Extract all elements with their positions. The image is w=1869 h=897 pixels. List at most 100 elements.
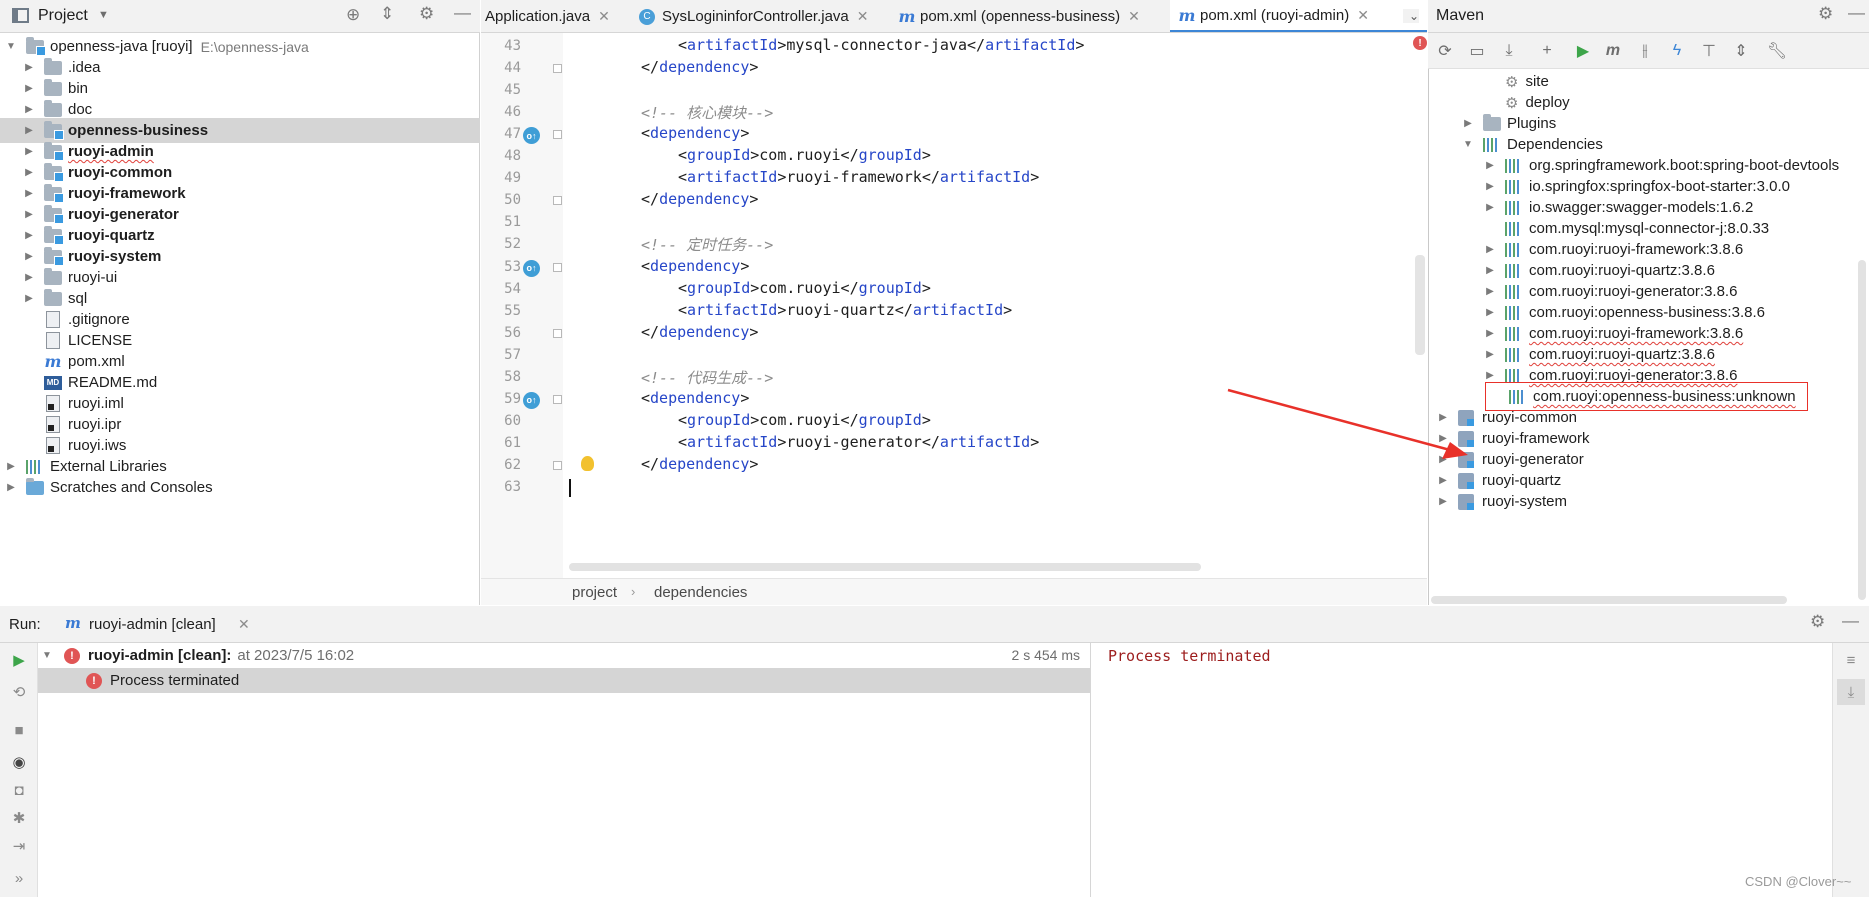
chevron-right-icon[interactable]: ▶ [22,229,36,243]
rerun-failed-icon[interactable]: ⟲ [5,679,33,705]
gear-icon[interactable]: ⚙ [1810,612,1825,632]
maven-vertical-scrollbar[interactable] [1858,260,1866,600]
fold-marker-icon[interactable] [553,460,562,470]
more-icon[interactable]: » [5,865,33,891]
fold-marker-icon[interactable] [553,196,562,206]
fold-marker-icon[interactable] [553,262,562,272]
add-icon[interactable]: + [1534,38,1560,64]
editor-vertical-scrollbar[interactable] [1415,255,1425,355]
code-line[interactable]: <groupId>com.ruoyi</groupId> [563,279,931,297]
editor-tab[interactable]: m pom.xml (openness-business) ✕ [890,0,1166,32]
minimize-icon[interactable]: — [1848,3,1865,23]
chevron-right-icon[interactable]: ▶ [1483,306,1497,320]
chevron-down-icon[interactable]: ▼ [40,649,54,663]
chevron-right-icon[interactable]: ▶ [22,208,36,222]
code-line[interactable]: <!-- 定时任务--> [563,234,773,255]
scroll-to-end-icon[interactable]: ⤓ [1837,679,1865,705]
chevron-right-icon[interactable]: ▶ [22,124,36,138]
run-tree-root[interactable]: ▼ ! ruoyi-admin [clean]: at 2023/7/5 16:… [38,643,1090,668]
code-line[interactable]: <groupId>com.ruoyi</groupId> [563,411,931,429]
run-icon[interactable]: ▶ [1570,38,1596,64]
code-line[interactable]: <artifactId>ruoyi-framework</artifactId> [563,168,1039,186]
collapse-all-icon[interactable]: ⇕ [1728,38,1754,64]
maven-module-gutter-icon[interactable]: o↑ [523,259,540,277]
locate-target-icon[interactable]: ⊕ [346,5,360,25]
editor-horizontal-scrollbar[interactable] [569,563,1201,571]
code-line[interactable]: <!-- 代码生成--> [563,367,773,388]
chevron-right-icon[interactable]: ▶ [22,187,36,201]
skip-tests-icon[interactable]: ϟ [1664,38,1690,64]
reimport-folder-icon[interactable]: ▭ [1464,38,1490,64]
maven-horizontal-scrollbar[interactable] [1431,596,1787,604]
soft-wrap-icon[interactable]: ≡ [1837,647,1865,673]
chevron-right-icon[interactable]: ▶ [1483,369,1497,383]
chevron-down-icon[interactable]: ▼ [1461,138,1475,152]
chevron-right-icon[interactable]: ▶ [22,82,36,96]
toggle-offline-icon[interactable]: ⫲ [1632,38,1658,64]
eye-icon[interactable]: ◉ [5,749,33,775]
rerun-icon[interactable]: ▶ [5,647,33,673]
code-line[interactable]: <dependency> [563,257,749,275]
error-indicator-icon[interactable]: ! [1413,36,1427,50]
chevron-right-icon[interactable]: ▶ [1436,474,1450,488]
breadcrumb-item-dependencies[interactable]: dependencies [654,584,747,601]
code-line[interactable]: <artifactId>mysql-connector-java</artifa… [563,36,1084,54]
fold-marker-icon[interactable] [553,130,562,140]
show-dependencies-icon[interactable]: ⊤ [1696,38,1722,64]
chevron-down-icon[interactable]: ▼ [98,9,109,21]
camera-icon[interactable]: ◘ [5,777,33,803]
run-tab-label[interactable]: ruoyi-admin [clean] [89,616,216,633]
chevron-right-icon[interactable]: ▶ [1483,264,1497,278]
reload-icon[interactable]: ⟳ [1432,38,1458,64]
close-icon[interactable]: ✕ [1128,8,1140,25]
chevron-right-icon[interactable]: ▶ [22,103,36,117]
chevron-right-icon[interactable]: ▶ [22,292,36,306]
breadcrumb-item-project[interactable]: project [572,584,617,601]
project-tree-item[interactable]: ▶ Scratches and Consoles [0,475,480,500]
gear-icon[interactable]: ⚙ [1818,4,1833,24]
lightbulb-icon[interactable] [581,455,594,471]
code-line[interactable]: <artifactId>ruoyi-generator</artifactId> [563,433,1039,451]
fold-marker-icon[interactable] [553,64,562,74]
minimize-icon[interactable]: — [1842,611,1859,631]
project-panel-title[interactable]: Project [38,7,88,25]
chevron-right-icon[interactable]: ▶ [1483,201,1497,215]
fold-marker-icon[interactable] [553,394,562,404]
close-icon[interactable]: ✕ [598,8,610,25]
chevron-right-icon[interactable]: ▶ [22,250,36,264]
code-line[interactable]: <artifactId>ruoyi-quartz</artifactId> [563,301,1012,319]
editor-tab[interactable]: Application.java ✕ [481,0,627,32]
close-icon[interactable]: ✕ [857,8,869,25]
chevron-right-icon[interactable]: ▶ [1483,327,1497,341]
chevron-down-icon[interactable]: ▼ [4,40,18,54]
maven-goal-icon[interactable]: m [1600,38,1626,64]
chevron-right-icon[interactable]: ▶ [1483,243,1497,257]
run-tree-item[interactable]: ! Process terminated [38,668,1090,693]
code-line[interactable]: <!-- 核心模块--> [563,102,773,123]
editor-tab[interactable]: C SysLogininforController.java ✕ [631,0,886,32]
code-line[interactable]: <dependency> [563,389,749,407]
download-icon[interactable]: ⤓ [1496,38,1522,64]
minimize-icon[interactable]: — [454,3,471,23]
chevron-right-icon[interactable]: ▶ [1436,495,1450,509]
maven-module-item[interactable]: ▶ ruoyi-system [1436,489,1567,514]
fold-marker-icon[interactable] [553,328,562,338]
wrench-icon[interactable]: 🔧︎ [1764,38,1790,64]
chevron-right-icon[interactable]: ▶ [1483,180,1497,194]
chevron-right-icon[interactable]: ▶ [22,145,36,159]
chevron-right-icon[interactable]: ▶ [4,481,18,495]
stop-icon[interactable]: ■ [5,717,33,743]
chevron-right-icon[interactable]: ▶ [1461,117,1475,131]
chevron-right-icon[interactable]: ▶ [22,271,36,285]
close-icon[interactable]: ✕ [1357,7,1369,24]
editor-tab[interactable]: m pom.xml (ruoyi-admin) ✕ [1170,0,1427,32]
close-icon[interactable]: ✕ [238,616,250,633]
code-line[interactable]: <groupId>com.ruoyi</groupId> [563,146,931,164]
chevron-right-icon[interactable]: ▶ [22,166,36,180]
code-line[interactable]: </dependency> [563,58,758,76]
chevron-right-icon[interactable]: ▶ [1483,285,1497,299]
chevron-right-icon[interactable]: ▶ [22,61,36,75]
code-line[interactable]: </dependency> [563,323,758,341]
chevron-right-icon[interactable]: ▶ [4,460,18,474]
chevron-down-icon[interactable]: ⌄ [1402,9,1419,23]
